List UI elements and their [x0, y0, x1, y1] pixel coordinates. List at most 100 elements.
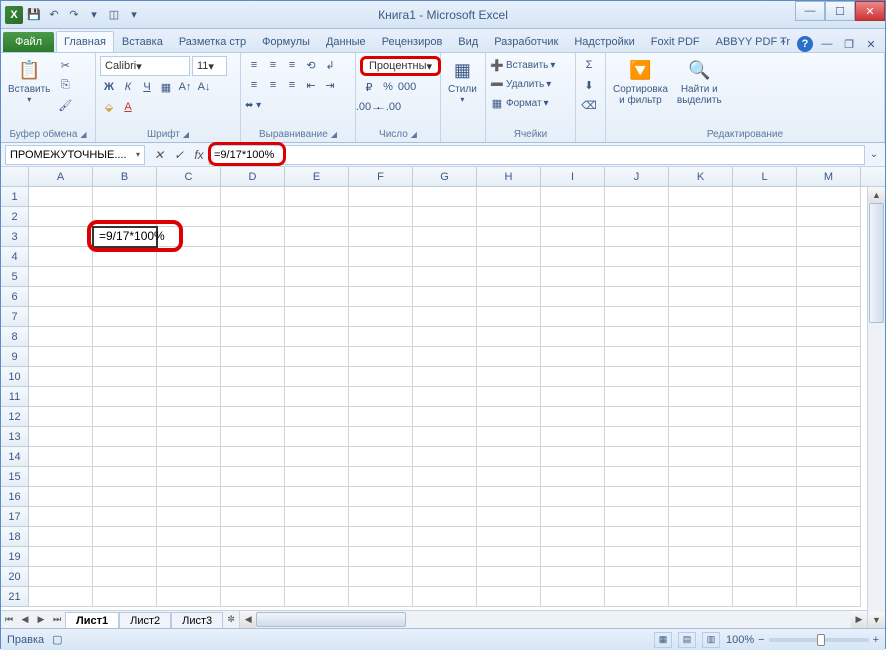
align-right-icon[interactable]: ≡: [283, 76, 301, 94]
cell[interactable]: [285, 587, 349, 607]
cell[interactable]: [285, 207, 349, 227]
wrap-text-icon[interactable]: ↲: [321, 56, 339, 74]
cell[interactable]: [29, 407, 93, 427]
cell[interactable]: [733, 347, 797, 367]
cell[interactable]: [93, 507, 157, 527]
cell[interactable]: [29, 527, 93, 547]
cell[interactable]: [669, 387, 733, 407]
cell[interactable]: [669, 227, 733, 247]
tab-data[interactable]: Данные: [318, 31, 374, 52]
cell[interactable]: [285, 187, 349, 207]
row-header[interactable]: 14: [1, 447, 29, 467]
enter-formula-icon[interactable]: ✓: [169, 145, 189, 165]
row-header[interactable]: 5: [1, 267, 29, 287]
cell[interactable]: [29, 587, 93, 607]
cell[interactable]: [605, 207, 669, 227]
cell[interactable]: [413, 587, 477, 607]
cell[interactable]: [413, 487, 477, 507]
cell[interactable]: [349, 587, 413, 607]
cell[interactable]: [93, 347, 157, 367]
name-box[interactable]: ПРОМЕЖУТОЧНЫЕ....▾: [5, 145, 145, 165]
cell[interactable]: [477, 527, 541, 547]
cell[interactable]: [157, 467, 221, 487]
cell[interactable]: [413, 427, 477, 447]
cell[interactable]: [797, 347, 861, 367]
cell[interactable]: [221, 567, 285, 587]
cell[interactable]: [797, 467, 861, 487]
cell[interactable]: [157, 527, 221, 547]
row-header[interactable]: 10: [1, 367, 29, 387]
cell[interactable]: [669, 567, 733, 587]
cell[interactable]: [29, 487, 93, 507]
cell[interactable]: [541, 427, 605, 447]
cell[interactable]: [157, 347, 221, 367]
cell[interactable]: [733, 487, 797, 507]
cell[interactable]: [669, 547, 733, 567]
cell[interactable]: [93, 367, 157, 387]
align-top-icon[interactable]: ≡: [245, 56, 263, 74]
cell[interactable]: [605, 487, 669, 507]
cell[interactable]: [733, 407, 797, 427]
cell[interactable]: [669, 247, 733, 267]
cell[interactable]: [477, 507, 541, 527]
border-button[interactable]: ▦: [157, 78, 175, 96]
row-header[interactable]: 13: [1, 427, 29, 447]
cell[interactable]: [605, 187, 669, 207]
cell[interactable]: [477, 587, 541, 607]
cell[interactable]: [29, 467, 93, 487]
tab-pagelayout[interactable]: Разметка стр: [171, 31, 254, 52]
cell[interactable]: [477, 427, 541, 447]
col-B[interactable]: B: [93, 167, 157, 186]
cell[interactable]: [477, 347, 541, 367]
shrink-font-icon[interactable]: A↓: [195, 78, 213, 96]
qat-more-icon[interactable]: ▾: [85, 6, 103, 24]
cell[interactable]: [221, 387, 285, 407]
cell[interactable]: [669, 327, 733, 347]
cell[interactable]: [157, 307, 221, 327]
cell[interactable]: [413, 327, 477, 347]
row-header[interactable]: 11: [1, 387, 29, 407]
tab-view[interactable]: Вид: [450, 31, 486, 52]
cell[interactable]: [541, 247, 605, 267]
cell[interactable]: [669, 587, 733, 607]
cell[interactable]: [733, 427, 797, 447]
zoom-slider[interactable]: [769, 638, 869, 642]
copy-icon[interactable]: ⎘: [56, 76, 74, 94]
cell[interactable]: [349, 327, 413, 347]
cell[interactable]: [541, 387, 605, 407]
cell[interactable]: [797, 287, 861, 307]
cell[interactable]: [797, 507, 861, 527]
cell[interactable]: [349, 187, 413, 207]
cell[interactable]: [797, 267, 861, 287]
fill-color-button[interactable]: ⬙: [100, 98, 118, 116]
cell[interactable]: [285, 227, 349, 247]
workbook-close-icon[interactable]: ✕: [863, 36, 879, 52]
cell[interactable]: [349, 347, 413, 367]
cell[interactable]: [477, 267, 541, 287]
cell[interactable]: [477, 447, 541, 467]
cell[interactable]: [413, 547, 477, 567]
cell[interactable]: [221, 347, 285, 367]
row-header[interactable]: 2: [1, 207, 29, 227]
cell[interactable]: [413, 187, 477, 207]
cell[interactable]: [797, 247, 861, 267]
currency-icon[interactable]: ₽: [360, 78, 378, 96]
orientation-icon[interactable]: ⟲: [302, 56, 320, 74]
cell[interactable]: [733, 267, 797, 287]
scroll-down-icon[interactable]: ▼: [868, 612, 885, 628]
sheet-tab-1[interactable]: Лист1: [65, 612, 119, 629]
cell[interactable]: [605, 587, 669, 607]
cell[interactable]: [541, 407, 605, 427]
cell[interactable]: [413, 467, 477, 487]
cell[interactable]: [285, 327, 349, 347]
cell[interactable]: [541, 227, 605, 247]
cell[interactable]: [477, 547, 541, 567]
select-all-corner[interactable]: [1, 167, 29, 186]
cell[interactable]: [93, 527, 157, 547]
tab-foxit[interactable]: Foxit PDF: [643, 31, 708, 52]
cell[interactable]: [797, 587, 861, 607]
cell[interactable]: [797, 447, 861, 467]
cell[interactable]: [29, 327, 93, 347]
cell[interactable]: [349, 427, 413, 447]
cell[interactable]: [29, 367, 93, 387]
